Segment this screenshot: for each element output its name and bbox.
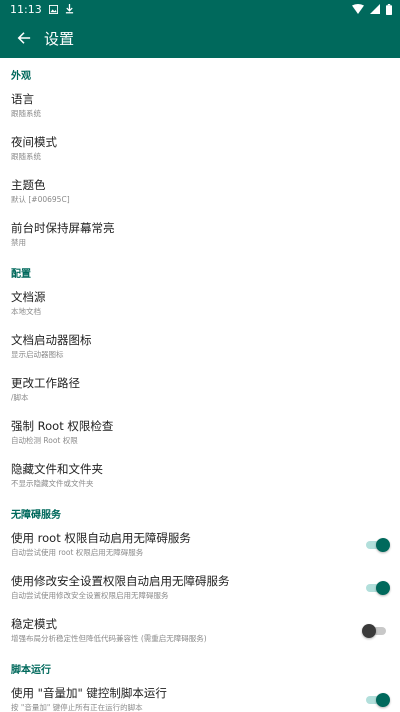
toggle-switch[interactable] [364, 537, 390, 552]
pref-summary: 显示启动器图标 [11, 350, 64, 359]
category-accessibility: 无障碍服务 [11, 510, 61, 521]
pref-title: 隐藏文件和文件夹 [11, 462, 103, 476]
pref-keep-screen-on[interactable]: 前台时保持屏幕常亮 禁用 [0, 213, 400, 256]
pref-hidden-files[interactable]: 隐藏文件和文件夹 不显示隐藏文件或文件夹 [0, 454, 400, 497]
image-notification-icon [48, 4, 58, 14]
switch-thumb [376, 537, 390, 552]
pref-title: 强制 Root 权限检查 [11, 419, 114, 433]
pref-summary: 自动尝试使用修改安全设置权限启用无障碍服务 [11, 591, 169, 600]
pref-title: 文档源 [11, 290, 46, 304]
arrow-back-icon [17, 32, 31, 44]
category-script-run: 脚本运行 [11, 665, 51, 676]
category-config: 配置 [11, 269, 31, 280]
pref-summary: 跟随系统 [11, 109, 41, 118]
pref-summary: 自动尝试使用 root 权限启用无障碍服务 [11, 548, 144, 557]
status-time: 11:13 [10, 2, 42, 16]
pref-title: 稳定模式 [11, 617, 57, 631]
pref-root-check[interactable]: 强制 Root 权限检查 自动检测 Root 权限 [0, 411, 400, 454]
toggle-switch[interactable] [364, 580, 390, 595]
pref-title: 使用 "音量加" 键控制脚本运行 [11, 686, 167, 700]
pref-title: 使用 root 权限自动启用无障碍服务 [11, 531, 191, 545]
pref-theme-color[interactable]: 主题色 默认 [#00695C] [0, 170, 400, 213]
pref-stable-mode[interactable]: 稳定模式 增强布局分析稳定性但降低代码兼容性 (需重启无障碍服务) [0, 609, 400, 652]
pref-title: 更改工作路径 [11, 376, 80, 390]
pref-summary: 跟随系统 [11, 152, 41, 161]
pref-title: 主题色 [11, 178, 46, 192]
pref-summary: 默认 [#00695C] [11, 195, 70, 204]
pref-document-launcher-icon[interactable]: 文档启动器图标 显示启动器图标 [0, 325, 400, 368]
toggle-switch[interactable] [364, 692, 390, 707]
page-title: 设置 [44, 29, 75, 48]
pref-summary: 按 "音量加" 键停止所有正在运行的脚本 [11, 703, 143, 712]
battery-icon [386, 3, 392, 15]
pref-secure-settings-accessibility[interactable]: 使用修改安全设置权限自动启用无障碍服务 自动尝试使用修改安全设置权限启用无障碍服… [0, 566, 400, 609]
wifi-icon [352, 4, 364, 14]
pref-volume-key-control[interactable]: 使用 "音量加" 键控制脚本运行 按 "音量加" 键停止所有正在运行的脚本 [0, 678, 400, 712]
pref-root-accessibility[interactable]: 使用 root 权限自动启用无障碍服务 自动尝试使用 root 权限启用无障碍服… [0, 523, 400, 566]
pref-language[interactable]: 语言 跟随系统 [0, 84, 400, 127]
status-bar: 11:13 [0, 0, 400, 18]
pref-night-mode[interactable]: 夜间模式 跟随系统 [0, 127, 400, 170]
pref-title: 夜间模式 [11, 135, 57, 149]
pref-summary: 不显示隐藏文件或文件夹 [11, 479, 94, 488]
download-icon [65, 4, 73, 14]
switch-thumb [376, 580, 390, 595]
switch-thumb [376, 692, 390, 707]
pref-title: 前台时保持屏幕常亮 [11, 221, 115, 235]
pref-title: 文档启动器图标 [11, 333, 92, 347]
pref-working-path[interactable]: 更改工作路径 /脚本 [0, 368, 400, 411]
toggle-switch[interactable] [362, 623, 388, 638]
pref-summary: 增强布局分析稳定性但降低代码兼容性 (需重启无障碍服务) [11, 634, 207, 643]
pref-summary: 自动检测 Root 权限 [11, 436, 78, 445]
pref-title: 使用修改安全设置权限自动启用无障碍服务 [11, 574, 230, 588]
app-bar: 设置 [0, 18, 400, 58]
pref-summary: 本地文档 [11, 307, 41, 316]
pref-title: 语言 [11, 92, 34, 106]
back-button[interactable] [0, 18, 48, 58]
category-appearance: 外观 [11, 71, 31, 82]
settings-list[interactable]: 外观 语言 跟随系统 夜间模式 跟随系统 主题色 默认 [#00695C] 前台… [0, 58, 400, 712]
signal-icon [370, 4, 380, 14]
pref-summary: 禁用 [11, 238, 26, 247]
switch-thumb [362, 623, 376, 638]
pref-document-source[interactable]: 文档源 本地文档 [0, 282, 400, 325]
pref-summary: /脚本 [11, 393, 29, 402]
